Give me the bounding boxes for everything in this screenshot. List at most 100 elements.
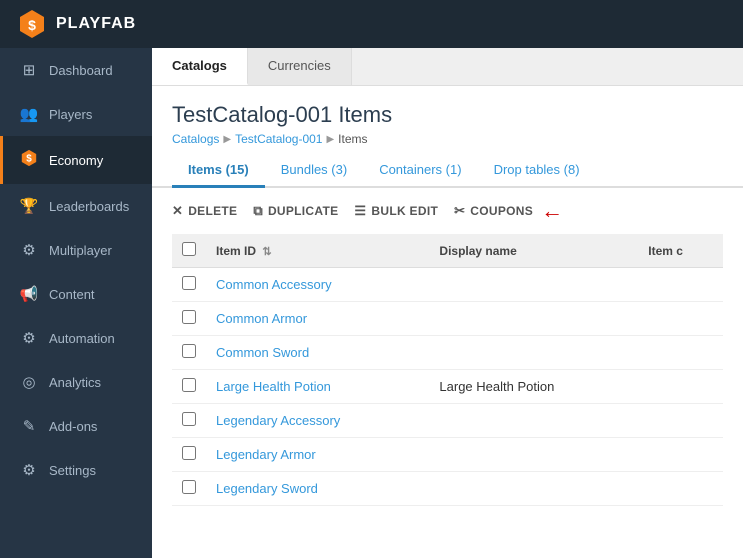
sidebar-item-label: Content — [49, 287, 95, 302]
sidebar-item-leaderboards[interactable]: 🏆 Leaderboards — [0, 184, 152, 228]
table-header-item-id[interactable]: Item ID ⇅ — [206, 234, 429, 268]
row-item-class — [638, 336, 723, 370]
items-table-container: Item ID ⇅ Display name Item c Common Acc… — [152, 234, 743, 558]
coupons-arrow: ← — [541, 198, 563, 224]
table-row: Legendary Accessory — [172, 404, 723, 438]
breadcrumb-sep-1: ▶ — [223, 134, 231, 145]
svg-text:$: $ — [28, 17, 36, 33]
duplicate-button[interactable]: ⧉ DUPLICATE — [253, 203, 338, 219]
sub-tab-containers[interactable]: Containers (1) — [363, 154, 477, 188]
addons-icon: ✎ — [19, 417, 39, 435]
sidebar-item-label: Leaderboards — [49, 199, 129, 214]
sub-tab-items[interactable]: Items (15) — [172, 154, 265, 188]
table-header-row: Item ID ⇅ Display name Item c — [172, 234, 723, 268]
sort-icon: ⇅ — [262, 246, 271, 258]
row-display-name — [429, 438, 638, 472]
sidebar-item-dashboard[interactable]: ⊞ Dashboard — [0, 48, 152, 92]
row-item-id[interactable]: Common Sword — [206, 336, 429, 370]
row-display-name — [429, 336, 638, 370]
logo-icon: $ — [16, 8, 48, 40]
row-checkbox-cell — [172, 438, 206, 472]
sub-tab-droptables[interactable]: Drop tables (8) — [478, 154, 596, 188]
delete-icon: ✕ — [172, 203, 183, 219]
table-row: Common Armor — [172, 302, 723, 336]
row-checkbox[interactable] — [182, 446, 196, 460]
row-item-class — [638, 438, 723, 472]
select-all-checkbox[interactable] — [182, 242, 196, 256]
row-item-id[interactable]: Common Accessory — [206, 268, 429, 302]
row-item-class — [638, 268, 723, 302]
coupons-icon: ✂ — [454, 203, 465, 219]
row-display-name — [429, 302, 638, 336]
settings-icon: ⚙ — [19, 461, 39, 479]
sidebar-item-analytics[interactable]: ◎ Analytics — [0, 360, 152, 404]
sidebar-item-settings[interactable]: ⚙ Settings — [0, 448, 152, 492]
row-item-class — [638, 404, 723, 438]
bulk-edit-button[interactable]: ☰ BULK EDIT — [354, 203, 438, 219]
sidebar: ⊞ Dashboard 👥 Players $ Economy 🏆 Leader… — [0, 48, 152, 558]
row-item-id[interactable]: Legendary Sword — [206, 472, 429, 506]
row-display-name — [429, 472, 638, 506]
sidebar-item-automation[interactable]: ⚙ Automation — [0, 316, 152, 360]
content-area: Catalogs Currencies TestCatalog-001 Item… — [152, 48, 743, 558]
sidebar-item-label: Automation — [49, 331, 115, 346]
row-item-id[interactable]: Legendary Armor — [206, 438, 429, 472]
analytics-icon: ◎ — [19, 373, 39, 391]
row-item-id[interactable]: Legendary Accessory — [206, 404, 429, 438]
automation-icon: ⚙ — [19, 329, 39, 347]
row-checkbox[interactable] — [182, 480, 196, 494]
row-checkbox-cell — [172, 336, 206, 370]
page-header: TestCatalog-001 Items Catalogs ▶ TestCat… — [152, 86, 743, 154]
row-checkbox[interactable] — [182, 310, 196, 324]
row-item-class — [638, 472, 723, 506]
coupons-button[interactable]: ✂ COUPONS — [454, 203, 533, 219]
row-checkbox[interactable] — [182, 344, 196, 358]
breadcrumb-sep-2: ▶ — [326, 134, 334, 145]
topbar: $ PLAYFAB — [0, 0, 743, 48]
tab-catalogs[interactable]: Catalogs — [152, 48, 248, 85]
row-item-id[interactable]: Common Armor — [206, 302, 429, 336]
row-checkbox-cell — [172, 404, 206, 438]
delete-button[interactable]: ✕ DELETE — [172, 203, 237, 219]
table-row: Common Accessory — [172, 268, 723, 302]
players-icon: 👥 — [19, 105, 39, 123]
tab-currencies[interactable]: Currencies — [248, 48, 352, 85]
row-item-class — [638, 302, 723, 336]
sidebar-item-content[interactable]: 📢 Content — [0, 272, 152, 316]
row-item-id[interactable]: Large Health Potion — [206, 370, 429, 404]
economy-icon: $ — [19, 149, 39, 171]
logo[interactable]: $ PLAYFAB — [16, 8, 136, 40]
sidebar-item-economy[interactable]: $ Economy — [0, 136, 152, 184]
breadcrumb-testcatalog[interactable]: TestCatalog-001 — [235, 132, 322, 146]
row-checkbox[interactable] — [182, 378, 196, 392]
row-display-name — [429, 404, 638, 438]
sub-tab-bundles[interactable]: Bundles (3) — [265, 154, 363, 188]
sidebar-item-players[interactable]: 👥 Players — [0, 92, 152, 136]
dashboard-icon: ⊞ — [19, 61, 39, 79]
row-checkbox-cell — [172, 472, 206, 506]
main-tabs: Catalogs Currencies — [152, 48, 743, 86]
table-row: Legendary Armor — [172, 438, 723, 472]
toolbar: ✕ DELETE ⧉ DUPLICATE ☰ BULK EDIT ✂ COUPO… — [152, 188, 743, 234]
breadcrumb-items: Items — [338, 132, 367, 146]
row-display-name — [429, 268, 638, 302]
brand-name: PLAYFAB — [56, 15, 136, 33]
content-icon: 📢 — [19, 285, 39, 303]
row-checkbox[interactable] — [182, 412, 196, 426]
table-header-checkbox — [172, 234, 206, 268]
table-row: Common Sword — [172, 336, 723, 370]
sidebar-item-addons[interactable]: ✎ Add-ons — [0, 404, 152, 448]
table-row: Legendary Sword — [172, 472, 723, 506]
sidebar-item-label: Settings — [49, 463, 96, 478]
items-table: Item ID ⇅ Display name Item c Common Acc… — [172, 234, 723, 506]
leaderboards-icon: 🏆 — [19, 197, 39, 215]
row-checkbox-cell — [172, 268, 206, 302]
sidebar-item-multiplayer[interactable]: ⚙ Multiplayer — [0, 228, 152, 272]
svg-text:$: $ — [26, 154, 32, 165]
breadcrumb-catalogs[interactable]: Catalogs — [172, 132, 219, 146]
sub-tabs: Items (15) Bundles (3) Containers (1) Dr… — [152, 154, 743, 188]
row-checkbox-cell — [172, 302, 206, 336]
row-display-name: Large Health Potion — [429, 370, 638, 404]
row-checkbox[interactable] — [182, 276, 196, 290]
page-title: TestCatalog-001 Items — [172, 102, 723, 128]
